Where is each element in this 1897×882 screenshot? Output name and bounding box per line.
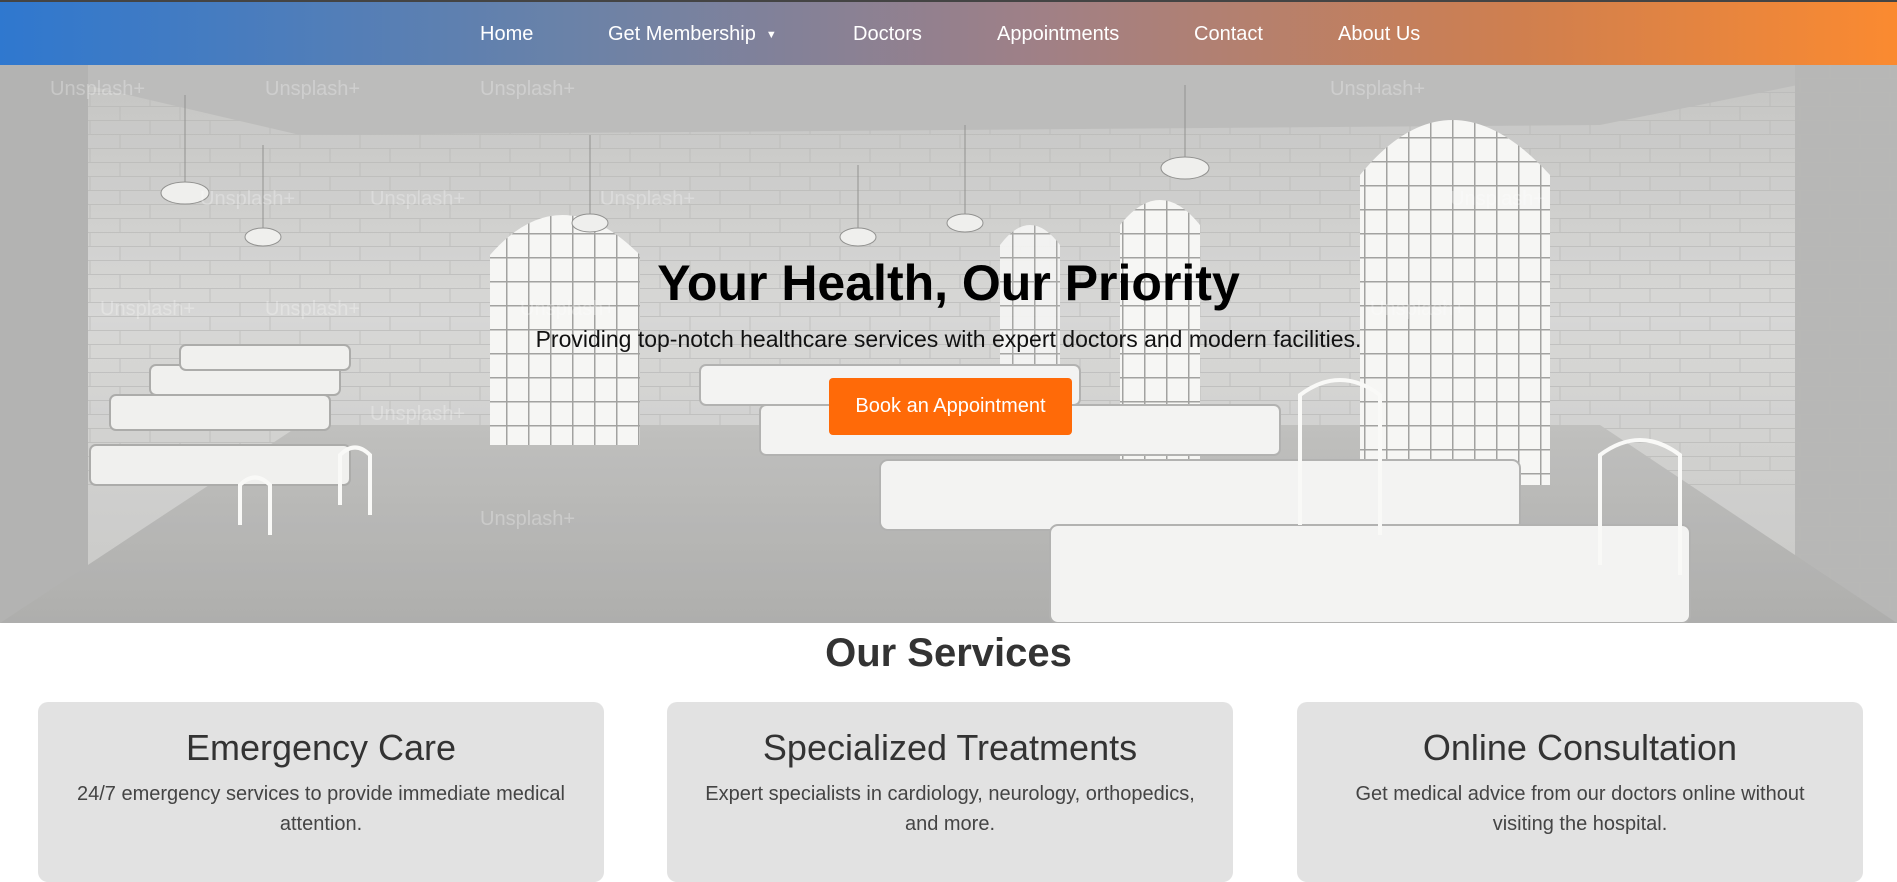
service-card-title: Online Consultation [1422,727,1738,768]
image-watermark: Unsplash+ [600,188,695,210]
service-card-title: Emergency Care [185,727,457,768]
image-watermark: Unsplash+ [200,188,295,210]
nav-menu: Home Get Membership ▼ Doctors Appointment… [0,2,1897,67]
nav-item-about-us[interactable]: About Us [1338,22,1420,46]
top-navbar: Home Get Membership ▼ Doctors Appointment… [0,0,1897,65]
nav-item-contact[interactable]: Contact [1194,22,1263,46]
image-watermark: Unsplash+ [480,508,575,530]
image-watermark: Unsplash+ [50,78,145,100]
hero-title: Your Health, Our Priority [657,255,1240,311]
nav-item-doctors[interactable]: Doctors [853,22,922,46]
service-card-specialized-treatments: Specialized Treatments Expert specialist… [667,702,1233,882]
nav-item-appointments[interactable]: Appointments [997,22,1119,46]
nav-item-get-membership[interactable]: Get Membership ▼ [608,22,777,49]
image-watermark: Unsplash+ [370,403,465,425]
service-card-online-consultation: Online Consultation Get medical advice f… [1297,702,1863,882]
hero-subtitle: Providing top-notch healthcare services … [535,326,1362,352]
service-card-text: Get medical advice from our doctors onli… [1355,783,1805,835]
services-title: Our Services [825,631,1072,675]
book-appointment-button[interactable]: Book an Appointment [829,378,1072,435]
image-watermark: Unsplash+ [480,78,575,100]
service-card-text: 24/7 emergency services to provide immed… [77,783,565,835]
image-watermark: Unsplash+ [1330,78,1425,100]
triangle-down-icon: ▼ [765,29,777,41]
nav-item-home[interactable]: Home [480,22,533,46]
image-watermark: Unsplash+ [1450,188,1545,210]
service-card-emergency-care: Emergency Care 24/7 emergency services t… [38,702,604,882]
service-card-text: Expert specialists in cardiology, neurol… [705,783,1195,835]
image-watermark: Unsplash+ [370,188,465,210]
nav-item-get-membership-label: Get Membership [608,23,756,45]
service-card-title: Specialized Treatments [762,727,1138,768]
hero-section: Unsplash+ Unsplash+ Unsplash+ Unsplash+ Unsp… [0,65,1897,623]
image-watermark: Unsplash+ [265,78,360,100]
